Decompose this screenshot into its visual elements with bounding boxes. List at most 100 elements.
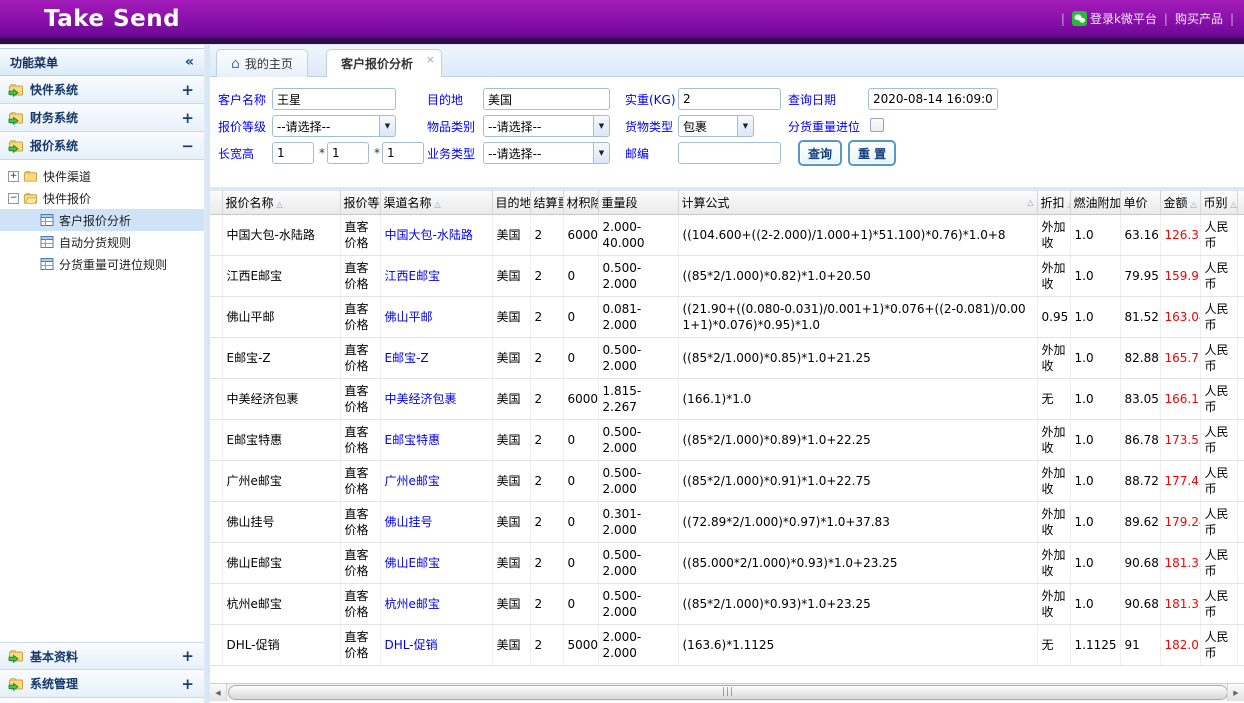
tree-collapse-icon[interactable]: − xyxy=(8,193,19,204)
scrollbar-thumb[interactable]: ||| xyxy=(228,685,1228,700)
sort-ascending-icon[interactable]: △ xyxy=(1027,198,1033,207)
tree-node-express-channel[interactable]: + 快件渠道 xyxy=(0,165,204,187)
table-row[interactable]: 佛山E邮宝直客价格佛山E邮宝美国200.500-2.000((85.000*2/… xyxy=(210,542,1244,583)
sidebar-item-finance-system[interactable]: 财务系统 + xyxy=(0,104,204,132)
tree-node-auto-split-rule[interactable]: 自动分货规则 xyxy=(0,231,204,253)
column-header-destination[interactable]: 目的地△ xyxy=(492,191,530,214)
column-header-quote-level[interactable]: 报价等级 xyxy=(340,191,380,214)
cargo-type-select[interactable]: 包裹 ▼ xyxy=(678,115,754,137)
query-date-input[interactable] xyxy=(868,88,998,110)
column-header-weight-range[interactable]: 重量段 xyxy=(598,191,678,214)
column-header-channel-name[interactable]: 渠道名称△ xyxy=(380,191,492,214)
cell-channel-name[interactable]: E邮宝特惠 xyxy=(380,419,492,460)
column-header-fuel-surcharge[interactable]: 燃油附加△ xyxy=(1070,191,1120,214)
cell-channel-name[interactable]: DHL-促销 xyxy=(380,624,492,665)
channel-link[interactable]: 江西E邮宝 xyxy=(385,269,441,283)
tree-node-customer-quote-analysis[interactable]: 客户报价分析 xyxy=(0,209,204,231)
chevron-down-icon[interactable]: ▼ xyxy=(593,143,609,163)
cell-channel-name[interactable]: 佛山挂号 xyxy=(380,501,492,542)
length-input[interactable] xyxy=(272,142,314,164)
column-header-formula[interactable]: 计算公式△ xyxy=(678,191,1037,214)
channel-link[interactable]: 中美经济包裹 xyxy=(385,392,457,406)
table-row[interactable]: 佛山挂号直客价格佛山挂号美国200.301-2.000((72.89*2/1.0… xyxy=(210,501,1244,542)
expand-plus-icon[interactable]: + xyxy=(181,109,194,127)
quote-grid: 报价名称△报价等级渠道名称△目的地△结算重△材积除△重量段计算公式△折扣△燃油附… xyxy=(210,191,1244,682)
cell-channel-name[interactable]: 广州e邮宝 xyxy=(380,460,492,501)
column-header-quote-name[interactable]: 报价名称△ xyxy=(222,191,340,214)
table-row[interactable]: E邮宝-Z直客价格E邮宝-Z美国200.500-2.000((85*2/1.00… xyxy=(210,337,1244,378)
channel-link[interactable]: 杭州e邮宝 xyxy=(385,597,440,611)
expand-plus-icon[interactable]: + xyxy=(181,675,194,693)
expand-plus-icon[interactable]: + xyxy=(181,81,194,99)
table-row[interactable]: DHL-促销直客价格DHL-促销美国250002.000-2.000(163.6… xyxy=(210,624,1244,665)
chevron-down-icon[interactable]: ▼ xyxy=(737,116,753,136)
tab-customer-quote-analysis[interactable]: 客户报价分析 × xyxy=(326,49,442,77)
column-header-volume-divisor[interactable]: 材积除△ xyxy=(563,191,598,214)
sort-ascending-icon[interactable]: △ xyxy=(277,200,283,209)
channel-link[interactable]: DHL-促销 xyxy=(385,638,438,652)
channel-link[interactable]: 中国大包-水陆路 xyxy=(385,228,473,242)
channel-link[interactable]: 佛山挂号 xyxy=(385,515,433,529)
tab-my-homepage[interactable]: ⌂ 我的主页 xyxy=(216,49,308,77)
sidebar-item-system-manage[interactable]: 系统管理 + xyxy=(0,670,204,698)
sort-ascending-icon[interactable]: △ xyxy=(1231,200,1237,209)
scroll-left-icon[interactable]: ◀ xyxy=(210,684,227,701)
customer-name-input[interactable] xyxy=(272,88,396,110)
cell-channel-name[interactable]: E邮宝-Z xyxy=(380,337,492,378)
item-type-select[interactable]: --请选择-- ▼ xyxy=(483,115,610,137)
table-row[interactable]: 佛山平邮直客价格佛山平邮美国200.081-2.000((21.90+((0.0… xyxy=(210,296,1244,337)
reset-button[interactable]: 重 置 xyxy=(848,140,896,166)
sort-ascending-icon[interactable]: △ xyxy=(435,200,441,209)
actual-weight-input[interactable] xyxy=(678,88,781,110)
tree-expand-icon[interactable]: + xyxy=(8,171,19,182)
query-button[interactable]: 查询 xyxy=(798,140,842,166)
cell-channel-name[interactable]: 中国大包-水陆路 xyxy=(380,214,492,255)
table-row[interactable]: 杭州e邮宝直客价格杭州e邮宝美国200.500-2.000((85*2/1.00… xyxy=(210,583,1244,624)
channel-link[interactable]: E邮宝特惠 xyxy=(385,433,441,447)
table-row[interactable]: 中国大包-水陆路直客价格中国大包-水陆路美国260002.000-40.000(… xyxy=(210,214,1244,255)
column-header-amount[interactable]: 金额△ xyxy=(1160,191,1200,214)
width-input[interactable] xyxy=(327,142,369,164)
tree-node-split-weight-carry-rule[interactable]: 分货重量可进位规则 xyxy=(0,253,204,275)
chevron-down-icon[interactable]: ▼ xyxy=(379,116,395,136)
cell-channel-name[interactable]: 杭州e邮宝 xyxy=(380,583,492,624)
horizontal-scrollbar[interactable]: ◀ ||| ▶ xyxy=(210,683,1244,701)
login-kwei-link[interactable]: 登录k微平台 xyxy=(1072,10,1157,27)
quote-level-select[interactable]: --请选择-- ▼ xyxy=(272,115,396,137)
channel-link[interactable]: 广州e邮宝 xyxy=(385,474,440,488)
cell-channel-name[interactable]: 佛山E邮宝 xyxy=(380,542,492,583)
cell-channel-name[interactable]: 佛山平邮 xyxy=(380,296,492,337)
collapse-sidebar-icon[interactable]: « xyxy=(185,54,194,70)
cell-channel-name[interactable]: 江西E邮宝 xyxy=(380,255,492,296)
buy-product-link[interactable]: 购买产品 xyxy=(1175,10,1223,27)
channel-link[interactable]: 佛山E邮宝 xyxy=(385,556,441,570)
channel-link[interactable]: E邮宝-Z xyxy=(385,351,429,365)
table-row[interactable]: 中美经济包裹直客价格中美经济包裹美国260001.815-2.267(166.1… xyxy=(210,378,1244,419)
split-weight-carry-checkbox[interactable] xyxy=(870,118,884,132)
column-header-unit-price[interactable]: 单价 xyxy=(1120,191,1160,214)
column-header-settle-weight[interactable]: 结算重△ xyxy=(530,191,563,214)
sidebar-item-basic-data[interactable]: 基本资料 + xyxy=(0,642,204,670)
cell-formula: ((85*2/1.000)*0.93)*1.0+23.25 xyxy=(678,583,1037,624)
close-tab-icon[interactable]: × xyxy=(426,53,435,66)
column-header-currency[interactable]: 币别△ xyxy=(1200,191,1237,214)
scroll-right-icon[interactable]: ▶ xyxy=(1227,684,1244,701)
cell-fuel-surcharge: 1.0 xyxy=(1070,542,1120,583)
table-row[interactable]: 江西E邮宝直客价格江西E邮宝美国200.500-2.000((85*2/1.00… xyxy=(210,255,1244,296)
chevron-down-icon[interactable]: ▼ xyxy=(593,116,609,136)
expand-plus-icon[interactable]: + xyxy=(181,647,194,665)
tree-node-express-quote[interactable]: − 快件报价 xyxy=(0,187,204,209)
cell-channel-name[interactable]: 中美经济包裹 xyxy=(380,378,492,419)
table-row[interactable]: E邮宝特惠直客价格E邮宝特惠美国200.500-2.000((85*2/1.00… xyxy=(210,419,1244,460)
sidebar-item-express-system[interactable]: 快件系统 + xyxy=(0,76,204,104)
zip-code-input[interactable] xyxy=(678,142,781,164)
table-row[interactable]: 广州e邮宝直客价格广州e邮宝美国200.500-2.000((85*2/1.00… xyxy=(210,460,1244,501)
destination-input[interactable] xyxy=(483,88,610,110)
channel-link[interactable]: 佛山平邮 xyxy=(385,310,433,324)
height-input[interactable] xyxy=(382,142,424,164)
sidebar-item-quote-system[interactable]: 报价系统 − xyxy=(0,132,204,160)
column-header-discount[interactable]: 折扣△ xyxy=(1037,191,1070,214)
sort-ascending-icon[interactable]: △ xyxy=(1191,200,1197,209)
business-type-select[interactable]: --请选择-- ▼ xyxy=(483,142,610,164)
collapse-minus-icon[interactable]: − xyxy=(181,137,194,155)
